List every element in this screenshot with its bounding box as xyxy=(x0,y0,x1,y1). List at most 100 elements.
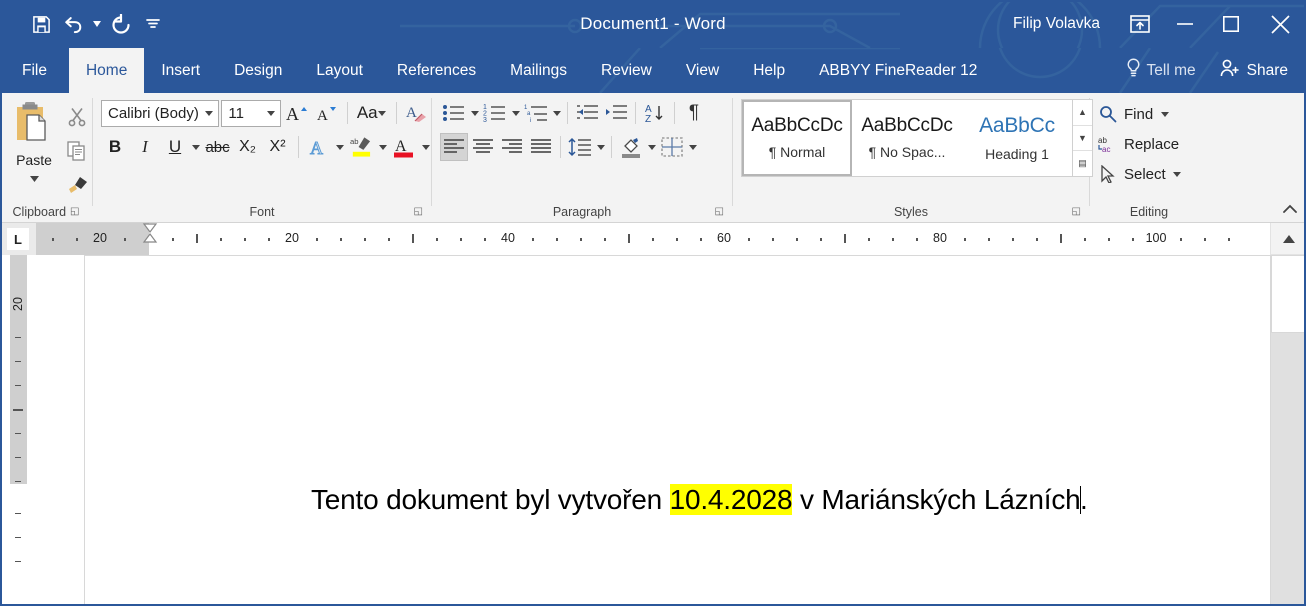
share-button[interactable]: Share xyxy=(1210,59,1306,82)
vertical-scrollbar[interactable] xyxy=(1270,255,1306,606)
change-case-icon[interactable]: Aa xyxy=(354,99,390,127)
styles-dialog-launcher-icon[interactable]: ◱ xyxy=(1072,207,1081,217)
replace-button[interactable]: ab ac Replace xyxy=(1098,131,1183,157)
horizontal-ruler[interactable]: 20 20 40 60 80 100 xyxy=(36,223,1270,255)
bold-button[interactable]: B xyxy=(101,133,129,161)
subscript-button[interactable]: X₂ xyxy=(234,133,262,161)
select-dropdown-icon[interactable] xyxy=(1172,171,1183,177)
cut-icon[interactable] xyxy=(62,103,92,131)
font-color-dropdown-icon[interactable] xyxy=(420,144,431,150)
align-center-icon[interactable] xyxy=(469,133,497,161)
tab-view[interactable]: View xyxy=(669,48,736,93)
undo-icon[interactable] xyxy=(58,9,88,39)
tab-file[interactable]: File xyxy=(0,48,69,93)
numbering-icon[interactable]: 123 xyxy=(481,99,509,127)
vertical-scrollbar-thumb[interactable] xyxy=(1271,255,1306,333)
borders-icon[interactable] xyxy=(658,133,686,161)
paragraph-separator-4 xyxy=(560,136,561,158)
tab-insert[interactable]: Insert xyxy=(144,48,217,93)
align-left-icon[interactable] xyxy=(440,133,468,161)
search-icon xyxy=(1098,105,1118,123)
svg-text:i: i xyxy=(530,118,531,123)
multilevel-list-dropdown-icon[interactable] xyxy=(551,110,562,116)
font-name-dropdown-icon[interactable] xyxy=(202,110,216,116)
styles-group-label: Styles ◱ xyxy=(733,201,1089,223)
undo-dropdown-icon[interactable] xyxy=(90,9,104,39)
indent-markers[interactable] xyxy=(142,223,158,255)
find-dropdown-icon[interactable] xyxy=(1159,111,1170,117)
sort-icon[interactable]: AZ xyxy=(641,99,669,127)
copy-icon[interactable] xyxy=(62,137,92,165)
font-size-dropdown-icon[interactable] xyxy=(264,110,278,116)
tab-mailings[interactable]: Mailings xyxy=(493,48,584,93)
tab-design[interactable]: Design xyxy=(217,48,299,93)
show-formatting-marks-icon[interactable]: ¶ xyxy=(680,99,708,127)
superscript-button[interactable]: X² xyxy=(264,133,292,161)
ribbon-display-options-icon[interactable] xyxy=(1118,0,1162,48)
vertical-scroll-up-button[interactable] xyxy=(1270,223,1306,254)
align-right-icon[interactable] xyxy=(498,133,526,161)
tab-review[interactable]: Review xyxy=(584,48,669,93)
font-color-icon[interactable]: A xyxy=(390,133,418,161)
shading-icon[interactable] xyxy=(617,133,645,161)
clear-formatting-icon[interactable]: A xyxy=(403,99,431,127)
tab-stop-selector[interactable]: L xyxy=(0,223,36,255)
paragraph-dialog-launcher-icon[interactable]: ◱ xyxy=(715,207,724,217)
justify-icon[interactable] xyxy=(527,133,555,161)
decrease-indent-icon[interactable] xyxy=(573,99,601,127)
tab-home[interactable]: Home xyxy=(68,48,145,93)
minimize-icon[interactable] xyxy=(1162,0,1208,48)
document-paragraph[interactable]: Tento dokument byl vytvořen 10.4.2028 v … xyxy=(311,484,1088,516)
underline-button[interactable]: U xyxy=(161,133,189,161)
grow-font-icon[interactable]: A xyxy=(283,99,311,127)
font-dialog-launcher-icon[interactable]: ◱ xyxy=(414,207,423,217)
redo-icon[interactable] xyxy=(106,9,136,39)
change-case-dropdown-icon[interactable] xyxy=(378,110,387,116)
tab-references[interactable]: References xyxy=(380,48,493,93)
bullets-icon[interactable] xyxy=(440,99,468,127)
tab-help[interactable]: Help xyxy=(736,48,802,93)
paste-dropdown-icon[interactable] xyxy=(29,169,39,187)
borders-dropdown-icon[interactable] xyxy=(687,144,698,150)
tell-me-search[interactable]: Tell me xyxy=(1112,58,1210,83)
collapse-ribbon-icon[interactable] xyxy=(1280,198,1300,218)
font-size-combo[interactable]: 11 xyxy=(221,99,281,127)
paragraph-separator xyxy=(567,102,568,124)
customize-quick-access-icon[interactable] xyxy=(138,9,168,39)
tab-layout[interactable]: Layout xyxy=(299,48,380,93)
style-item-normal[interactable]: AaBbCcDc ¶ Normal xyxy=(742,100,852,176)
find-button[interactable]: Find xyxy=(1098,101,1183,127)
line-spacing-dropdown-icon[interactable] xyxy=(595,144,606,150)
line-spacing-icon[interactable] xyxy=(566,133,594,161)
select-button[interactable]: Select xyxy=(1098,161,1183,187)
highlight-color-dropdown-icon[interactable] xyxy=(378,144,389,150)
text-effects-icon[interactable]: A xyxy=(304,133,332,161)
paste-button[interactable]: Paste xyxy=(6,99,62,199)
vertical-ruler[interactable]: 20 xyxy=(0,255,36,606)
document-page[interactable]: Tento dokument byl vytvořen 10.4.2028 v … xyxy=(84,255,1270,606)
text-effects-dropdown-icon[interactable] xyxy=(334,144,345,150)
style-sample-heading-1: AaBbCc xyxy=(979,114,1055,138)
italic-button[interactable]: I xyxy=(131,133,159,161)
vertical-scrollbar-track[interactable] xyxy=(1271,333,1306,606)
shrink-font-icon[interactable]: A xyxy=(313,99,341,127)
style-item-no-spacing[interactable]: AaBbCcDc ¶ No Spac... xyxy=(852,100,962,176)
underline-dropdown-icon[interactable] xyxy=(191,144,202,150)
user-account-name[interactable]: Filip Volavka xyxy=(1013,15,1118,33)
tab-abbyy-finereader[interactable]: ABBYY FineReader 12 xyxy=(802,48,994,93)
maximize-icon[interactable] xyxy=(1208,0,1254,48)
clipboard-dialog-launcher-icon[interactable]: ◱ xyxy=(70,207,79,217)
ribbon: Paste Clipboard ◱ Calibri (Body) 11 A A … xyxy=(0,93,1306,223)
increase-indent-icon[interactable] xyxy=(602,99,630,127)
highlight-color-icon[interactable]: ab xyxy=(347,133,376,161)
numbering-dropdown-icon[interactable] xyxy=(510,110,521,116)
format-painter-icon[interactable] xyxy=(62,171,92,199)
style-item-heading-1[interactable]: AaBbCc Heading 1 xyxy=(962,100,1072,176)
close-icon[interactable] xyxy=(1254,0,1306,48)
shading-dropdown-icon[interactable] xyxy=(646,144,657,150)
multilevel-list-icon[interactable]: 1ai xyxy=(522,99,550,127)
strikethrough-button[interactable]: abc xyxy=(204,133,232,161)
bullets-dropdown-icon[interactable] xyxy=(469,110,480,116)
save-icon[interactable] xyxy=(26,9,56,39)
font-name-combo[interactable]: Calibri (Body) xyxy=(101,99,220,127)
